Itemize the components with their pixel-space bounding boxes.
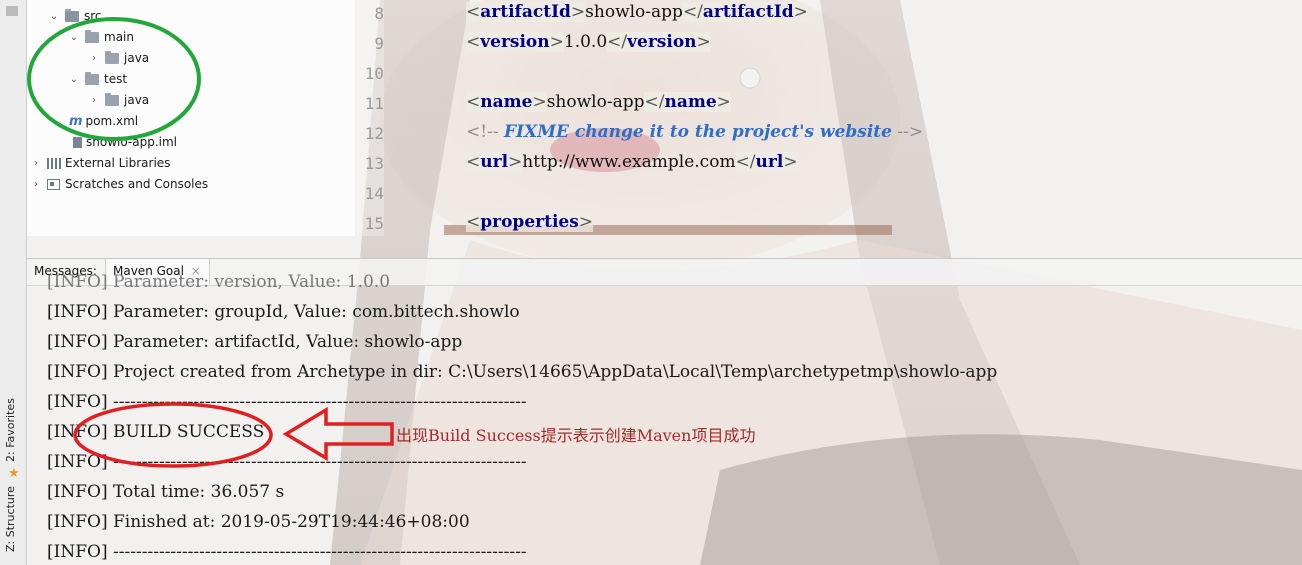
xml-tag: version (627, 32, 697, 52)
xml-value: http://www.example.com (522, 152, 736, 172)
code-line-version: <version>1.0.0</version> (466, 32, 711, 52)
comment-text: FIXME change it to the project's website (503, 122, 892, 142)
line-number: 13 (364, 154, 384, 173)
console-line: [INFO] Parameter: version, Value: 1.0.0 (47, 272, 391, 292)
xml-value: showlo-app (585, 2, 683, 22)
comment-close: --> (897, 122, 924, 142)
line-number: 14 (364, 184, 384, 203)
xml-tag: version (480, 32, 550, 52)
tree-item-scratches[interactable]: › Scratches and Consoles (31, 174, 208, 194)
red-circle (73, 402, 273, 468)
xml-tag: artifactId (480, 2, 571, 22)
console-line: [INFO] Parameter: artifactId, Value: sho… (47, 332, 463, 352)
scratches-icon (47, 178, 60, 190)
libraries-icon (47, 157, 61, 169)
code-line-url: <url>http://www.example.com</url> (466, 152, 798, 172)
code-line-comment: <!-- FIXME change it to the project's we… (466, 122, 923, 142)
line-number: 11 (364, 94, 384, 113)
tree-label: External Libraries (65, 156, 171, 170)
chevron-right-icon[interactable]: › (31, 158, 41, 169)
line-number: 9 (374, 34, 384, 53)
editor-gutter: 8 9 10 11 12 13 14 15 (356, 0, 384, 236)
line-number: 10 (364, 64, 384, 83)
xml-tag: url (480, 152, 509, 172)
console-line: [INFO] Parameter: groupId, Value: com.bi… (47, 302, 520, 322)
line-number: 8 (374, 4, 384, 23)
comment-open: <!-- (466, 122, 499, 142)
xml-tag: name (664, 92, 717, 112)
line-number: 12 (364, 124, 384, 143)
left-tool-strip: 2: Favorites ★ Z: Structure (0, 0, 27, 565)
xml-tag: name (480, 92, 533, 112)
code-line-artifactid: <artifactId>showlo-app</artifactId> (466, 2, 808, 22)
red-annotation (73, 402, 394, 468)
tree-label: Scratches and Consoles (65, 177, 209, 191)
console-line: [INFO] ---------------------------------… (47, 542, 527, 562)
xml-tag: artifactId (702, 2, 794, 22)
scrollbar-thumb[interactable] (6, 6, 18, 16)
code-line-name: <name>showlo-app</name> (466, 92, 731, 112)
arrow-left-icon (282, 406, 394, 462)
console-line: [INFO] Finished at: 2019-05-29T19:44:46+… (47, 512, 470, 532)
xml-value: 1.0.0 (563, 32, 608, 52)
console-line: [INFO] Total time: 36.057 s (47, 482, 285, 502)
xml-tag: url (755, 152, 784, 172)
code-line-properties: <properties> (466, 212, 594, 232)
xml-tag: properties (480, 212, 579, 232)
chevron-right-icon[interactable]: › (31, 179, 41, 190)
console-line: [INFO] Project created from Archetype in… (47, 362, 998, 382)
favorites-tab[interactable]: 2: Favorites (4, 398, 17, 462)
tree-item-external-libraries[interactable]: › External Libraries (31, 153, 170, 173)
star-icon: ★ (8, 466, 20, 481)
structure-tab[interactable]: Z: Structure (4, 486, 17, 552)
code-editor[interactable]: <artifactId>showlo-app</artifactId> <ver… (384, 0, 1302, 236)
xml-value: showlo-app (546, 92, 645, 112)
annotation-text: 出现Build Success提示表示创建Maven项目成功 (396, 426, 756, 445)
green-annotation-circle (27, 17, 201, 141)
line-number: 15 (364, 214, 384, 233)
